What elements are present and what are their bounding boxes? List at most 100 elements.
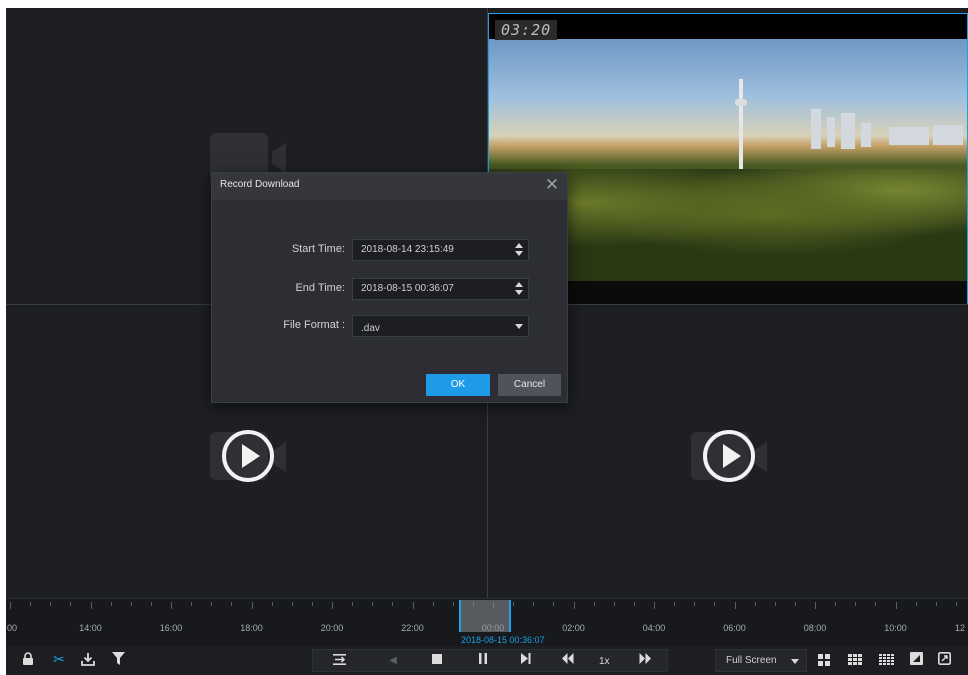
spinner-icon[interactable] [514, 243, 524, 257]
timeline-tick [794, 602, 796, 606]
layout-9-icon[interactable] [848, 654, 862, 665]
timeline-tick [553, 602, 555, 606]
end-time-label: End Time: [295, 282, 345, 294]
file-format-select[interactable]: .dav [352, 315, 529, 337]
chevron-down-icon[interactable] [791, 659, 799, 664]
playback-window: 03:20 Record Download ✕ Start Time: 2018… [6, 8, 968, 675]
timeline-tick [70, 602, 72, 606]
timeline-tick [311, 602, 313, 606]
file-format-label: File Format : [283, 319, 345, 331]
spinner-icon[interactable] [514, 282, 524, 296]
record-download-dialog: Record Download ✕ Start Time: 2018-08-14… [211, 172, 568, 403]
speed-value: 1x [599, 656, 610, 667]
timeline-tick [352, 602, 354, 606]
sync-icon[interactable] [331, 653, 347, 669]
timeline-tick [251, 602, 253, 609]
close-icon[interactable]: ✕ [543, 176, 561, 194]
file-format-row: File Format : .dav [212, 315, 567, 337]
timeline-tick [855, 602, 857, 606]
timeline-tick [90, 602, 92, 609]
slow-down-icon[interactable] [559, 653, 575, 669]
timeline-tick [50, 602, 52, 606]
download-icon[interactable] [80, 652, 96, 668]
timeline-tick [754, 602, 756, 606]
timeline-tick [694, 602, 696, 606]
control-bar: ✂ ◀ 1x Full Screen [6, 646, 968, 675]
timeline-label: 12 [954, 623, 966, 633]
timeline-tick [633, 602, 635, 606]
timeline-tick [935, 602, 937, 606]
file-format-value: .dav [361, 323, 380, 334]
timeline-tick [392, 602, 394, 606]
custom-layout-icon[interactable] [908, 652, 924, 668]
timeline-cursor[interactable] [459, 600, 511, 632]
full-screen-select[interactable]: Full Screen [715, 649, 807, 672]
timeline-tick [774, 602, 776, 606]
timeline-tick [593, 602, 595, 606]
timeline-label: 04:00 [642, 623, 666, 633]
fullscreen-icon[interactable] [936, 652, 952, 668]
timeline-label: 18:00 [240, 623, 263, 633]
layout-16-icon[interactable] [879, 654, 894, 665]
timeline-tick [271, 602, 273, 606]
timeline-tick [714, 602, 716, 606]
dialog-title: Record Download [220, 179, 300, 190]
scissors-icon[interactable]: ✂ [50, 652, 68, 668]
timeline-label: 10:00 [884, 623, 907, 633]
timeline-tick [875, 602, 877, 606]
layout-4-icon[interactable] [818, 654, 830, 666]
timeline-tick [30, 602, 32, 606]
step-back-icon[interactable]: ◀ [385, 653, 401, 669]
ok-button[interactable]: OK [426, 374, 490, 396]
dialog-header: Record Download ✕ [212, 173, 567, 200]
cancel-button[interactable]: Cancel [498, 374, 561, 396]
start-time-row: Start Time: 2018-08-14 23:15:49 [212, 239, 567, 261]
timeline-tick [291, 602, 293, 606]
timeline-tick [955, 602, 957, 606]
timeline-tick [211, 602, 213, 606]
play-icon[interactable] [703, 430, 755, 482]
timeline-label: 22:00 [401, 623, 424, 633]
filter-icon[interactable] [110, 652, 126, 668]
timeline-label: 14:00 [79, 623, 102, 633]
osd-timestamp: 03:20 [495, 20, 558, 40]
timeline-tick [372, 602, 374, 606]
full-screen-label: Full Screen [726, 655, 777, 666]
timeline-tick [573, 602, 575, 609]
timeline-tick [815, 602, 816, 609]
start-time-label: Start Time: [291, 243, 345, 255]
timeline-tick [412, 602, 414, 609]
timeline-label: 08:00 [803, 623, 827, 633]
timeline-tick [432, 602, 434, 606]
lock-icon[interactable] [20, 652, 36, 668]
timeline-tick [533, 602, 535, 606]
timeline-tick [452, 602, 454, 606]
cursor-time: 2018-08-15 00:36:07 [461, 635, 545, 645]
timeline-tick [734, 602, 736, 609]
end-time-row: End Time: 2018-08-15 00:36:07 [212, 278, 567, 300]
timeline-label: 06:00 [723, 623, 746, 633]
timeline-tick [191, 602, 193, 606]
end-time-field[interactable]: 2018-08-15 00:36:07 [352, 278, 529, 300]
timeline-tick [654, 602, 655, 609]
speed-up-icon[interactable] [637, 653, 653, 669]
end-time-value: 2018-08-15 00:36:07 [361, 283, 454, 294]
timeline-tick [150, 602, 152, 606]
chevron-down-icon[interactable] [515, 324, 523, 329]
timeline-tick [332, 602, 333, 609]
timeline-tick [171, 602, 172, 609]
next-frame-icon[interactable] [517, 653, 533, 669]
timeline-label: 00 [6, 623, 18, 633]
timeline-tick [231, 602, 233, 606]
cn-tower [739, 79, 743, 171]
play-icon[interactable] [222, 430, 274, 482]
timeline-tick [674, 602, 676, 606]
timeline-tick [110, 602, 112, 606]
stop-icon[interactable] [429, 653, 445, 669]
timeline-tick [513, 602, 515, 606]
timeline[interactable]: 0014:0016:0018:0020:0022:0000:0002:0004:… [6, 598, 968, 646]
timeline-label: 02:00 [562, 623, 585, 633]
pause-icon[interactable] [475, 653, 491, 669]
start-time-field[interactable]: 2018-08-14 23:15:49 [352, 239, 529, 261]
timeline-tick [835, 602, 837, 606]
